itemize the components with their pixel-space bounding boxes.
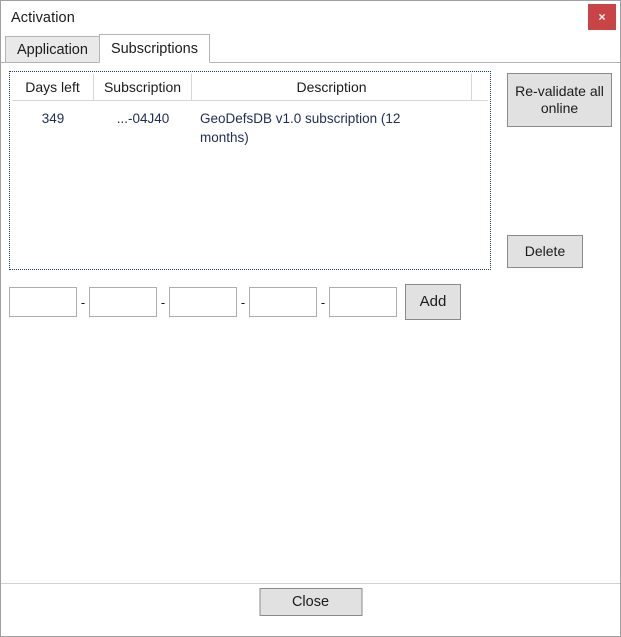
column-header-description[interactable]: Description <box>192 74 472 100</box>
tab-subscriptions[interactable]: Subscriptions <box>98 34 210 63</box>
license-key-entry: - - - - Add <box>9 284 461 320</box>
activation-dialog: Activation × Application Subscriptions D… <box>0 0 621 637</box>
column-header-spacer[interactable] <box>472 74 488 100</box>
key-segment-5[interactable] <box>329 287 397 317</box>
close-button[interactable]: Close <box>259 588 362 616</box>
key-separator-2: - <box>160 294 166 310</box>
title-bar: Activation × <box>1 1 620 34</box>
cell-description: GeoDefsDB v1.0 subscription (12 months) <box>200 111 401 145</box>
key-separator-4: - <box>320 294 326 310</box>
key-segment-4[interactable] <box>249 287 317 317</box>
key-segment-3[interactable] <box>169 287 237 317</box>
revalidate-all-online-button[interactable]: Re-validate all online <box>507 73 612 127</box>
table-row[interactable]: 349 ...-04J40 GeoDefsDB v1.0 subscriptio… <box>12 101 488 147</box>
column-header-days-left[interactable]: Days left <box>12 74 94 100</box>
dialog-footer: Close <box>1 583 620 636</box>
cell-days-left: 349 <box>41 111 65 126</box>
close-icon[interactable]: × <box>588 4 616 30</box>
subscriptions-listview[interactable]: Days left Subscription Description 349 .… <box>9 71 491 270</box>
column-header-subscription[interactable]: Subscription <box>94 74 192 100</box>
add-button[interactable]: Add <box>405 284 461 320</box>
window-title: Activation <box>11 9 75 26</box>
key-segment-1[interactable] <box>9 287 77 317</box>
delete-button[interactable]: Delete <box>507 235 583 268</box>
tab-application[interactable]: Application <box>5 36 100 63</box>
cell-subscription: ...-04J40 <box>116 111 170 126</box>
key-segment-2[interactable] <box>89 287 157 317</box>
listview-header: Days left Subscription Description <box>12 74 488 101</box>
key-separator-3: - <box>240 294 246 310</box>
key-separator-1: - <box>80 294 86 310</box>
tab-content-subscriptions: Days left Subscription Description 349 .… <box>1 63 620 636</box>
tab-strip: Application Subscriptions <box>1 34 620 63</box>
